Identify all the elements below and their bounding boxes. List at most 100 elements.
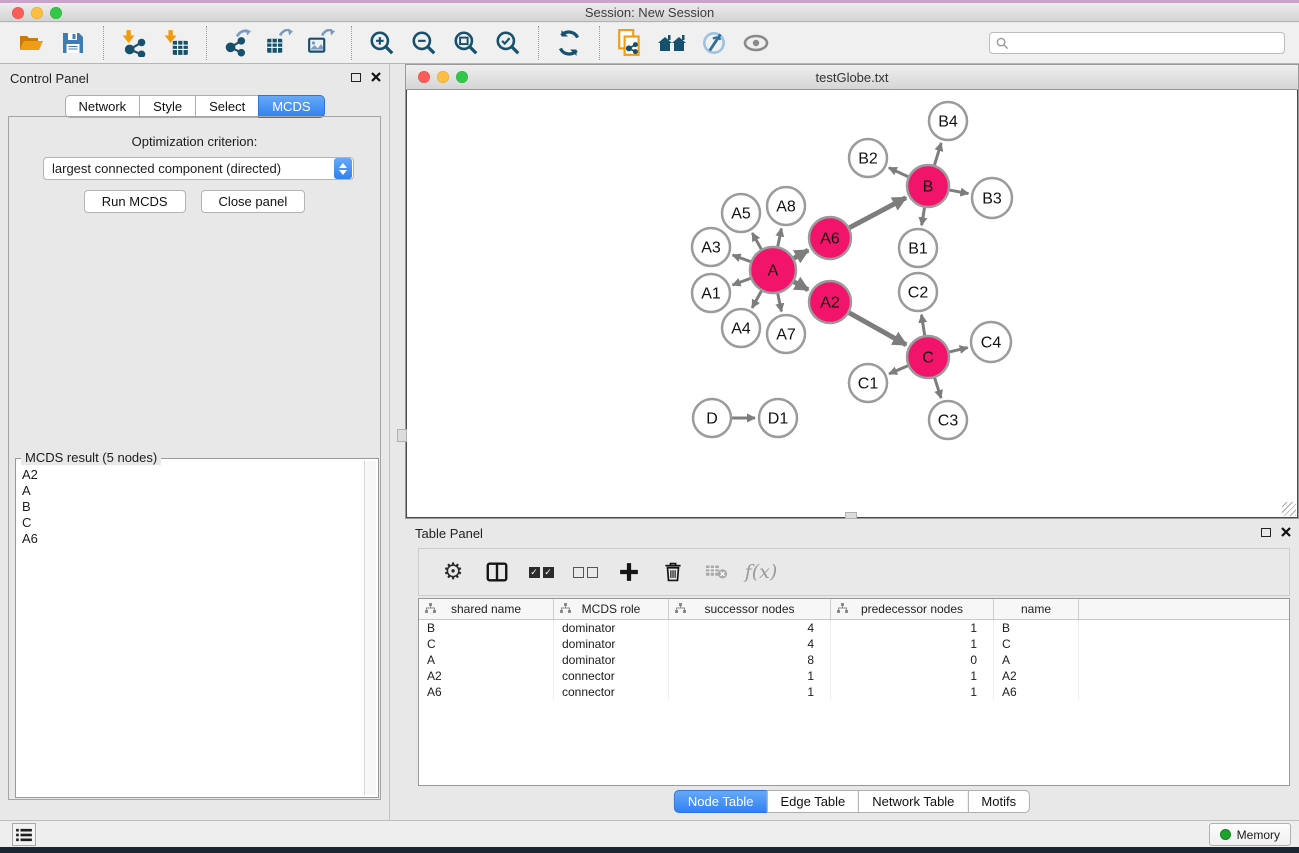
select-all-checkboxes-icon[interactable]: ✓✓ xyxy=(528,559,554,585)
tab-style[interactable]: Style xyxy=(139,95,196,118)
column-header-mcds-role[interactable]: MCDS role xyxy=(554,599,669,619)
criterion-dropdown[interactable]: largest connected component (directed) xyxy=(43,157,354,180)
table-row[interactable]: Cdominator41C xyxy=(419,636,1289,652)
graph-edge-C-C3[interactable] xyxy=(935,378,941,398)
control-panel-title: Control Panel xyxy=(10,71,89,86)
status-bar: Memory xyxy=(0,820,1299,847)
cell-shared-name: B xyxy=(419,620,554,636)
run-mcds-button[interactable]: Run MCDS xyxy=(84,190,186,213)
settings-icon[interactable]: ⚙ xyxy=(440,559,466,585)
column-header-successor-nodes[interactable]: successor nodes xyxy=(669,599,831,619)
memory-button[interactable]: Memory xyxy=(1209,823,1291,846)
tab-mcds[interactable]: MCDS xyxy=(258,95,324,118)
graph-edge-C-C2[interactable] xyxy=(921,315,924,336)
graph-edge-B-B1[interactable] xyxy=(922,208,925,226)
zoom-in-icon[interactable] xyxy=(366,27,398,59)
graph-edge-C-C4[interactable] xyxy=(949,348,967,352)
tab-motifs[interactable]: Motifs xyxy=(967,790,1030,813)
search-field[interactable] xyxy=(989,32,1285,54)
shared-column-icon xyxy=(675,603,686,617)
graph-edge-A-A7[interactable] xyxy=(778,294,782,312)
unselect-all-checkboxes-icon[interactable] xyxy=(572,559,598,585)
toolbar-separator xyxy=(103,26,104,60)
import-network-icon[interactable] xyxy=(118,27,150,59)
vertical-splitter-handle[interactable] xyxy=(397,429,407,442)
delete-table-icon[interactable] xyxy=(704,559,730,585)
graph-edge-A-A8[interactable] xyxy=(778,229,782,247)
close-panel-button[interactable]: Close panel xyxy=(201,190,306,213)
app-window: Session: New Session xyxy=(0,0,1299,853)
tab-node-table[interactable]: Node Table xyxy=(674,790,768,813)
column-header-name[interactable]: name xyxy=(994,599,1079,619)
criterion-value: largest connected component (directed) xyxy=(44,161,334,176)
open-session-icon[interactable] xyxy=(15,27,47,59)
result-scrollbar[interactable] xyxy=(364,461,376,795)
save-session-icon[interactable] xyxy=(57,27,89,59)
column-header-shared-name[interactable]: shared name xyxy=(419,599,554,619)
graph-edge-A-A2[interactable] xyxy=(794,282,808,290)
export-table-icon[interactable] xyxy=(263,27,295,59)
close-table-panel-icon[interactable] xyxy=(1281,527,1291,537)
tab-network-table[interactable]: Network Table xyxy=(858,790,968,813)
float-table-panel-icon[interactable] xyxy=(1261,528,1271,537)
tab-edge-table[interactable]: Edge Table xyxy=(766,790,859,813)
create-column-icon[interactable] xyxy=(484,559,510,585)
task-history-button[interactable] xyxy=(12,823,36,846)
table-row[interactable]: A2connector11A2 xyxy=(419,668,1289,684)
graph-node-label-B4: B4 xyxy=(938,114,958,131)
result-item-a2[interactable]: A2 xyxy=(20,467,362,483)
import-table-icon[interactable] xyxy=(160,27,192,59)
graph-edge-A2-C[interactable] xyxy=(849,313,906,345)
result-item-a[interactable]: A xyxy=(20,483,362,499)
network-canvas[interactable]: AA5A8A3A1A4A7A6A2BB4B2B3B1CC2C4C1C3DD1 xyxy=(406,90,1298,518)
search-input[interactable] xyxy=(1014,36,1278,50)
graph-edge-A-A5[interactable] xyxy=(752,233,761,249)
tab-network[interactable]: Network xyxy=(64,95,140,118)
column-header-predecessor-nodes[interactable]: predecessor nodes xyxy=(831,599,994,619)
zoom-selected-icon[interactable] xyxy=(492,27,524,59)
birds-eye-view-icon[interactable] xyxy=(740,27,772,59)
table-row[interactable]: A6connector11A6 xyxy=(419,684,1289,700)
duplicate-network-icon[interactable] xyxy=(614,27,646,59)
graph-edge-A6-B[interactable] xyxy=(849,198,905,228)
graph-node-label-A5: A5 xyxy=(731,206,751,223)
result-item-a6[interactable]: A6 xyxy=(20,531,362,547)
graph-edge-A-A3[interactable] xyxy=(733,255,751,262)
show-graphics-details-icon[interactable] xyxy=(698,27,730,59)
result-item-b[interactable]: B xyxy=(20,499,362,515)
cell-shared-name: A6 xyxy=(419,684,554,700)
graph-edge-B-B2[interactable] xyxy=(889,168,908,177)
graph-node-label-A8: A8 xyxy=(776,199,796,216)
cell-predecessor-nodes: 1 xyxy=(831,668,994,684)
function-builder-icon[interactable]: f(x) xyxy=(748,559,774,585)
float-panel-icon[interactable] xyxy=(351,73,361,82)
graph-edge-B-B4[interactable] xyxy=(934,143,941,165)
cell-mcds-role: dominator xyxy=(554,620,669,636)
result-item-c[interactable]: C xyxy=(20,515,362,531)
graph-edge-C-C1[interactable] xyxy=(889,366,908,374)
graph-node-label-C1: C1 xyxy=(858,376,879,393)
tab-select[interactable]: Select xyxy=(195,95,259,118)
graph-edge-B-B3[interactable] xyxy=(950,190,969,194)
graph-edge-A-A4[interactable] xyxy=(752,291,761,308)
graph-edge-A-A6[interactable] xyxy=(794,250,808,258)
shared-column-icon xyxy=(425,603,436,617)
cell-shared-name: C xyxy=(419,636,554,652)
export-network-icon[interactable] xyxy=(221,27,253,59)
refresh-icon[interactable] xyxy=(553,27,585,59)
graph-edge-A-A1[interactable] xyxy=(733,278,751,285)
delete-row-icon[interactable] xyxy=(660,559,686,585)
graph-node-label-D: D xyxy=(706,411,718,428)
resize-grip[interactable] xyxy=(1282,502,1296,516)
add-row-icon[interactable] xyxy=(616,559,642,585)
hide-panels-icon[interactable] xyxy=(656,27,688,59)
zoom-out-icon[interactable] xyxy=(408,27,440,59)
export-image-icon[interactable] xyxy=(305,27,337,59)
network-window-title: testGlobe.txt xyxy=(406,70,1298,85)
horizontal-splitter-handle[interactable] xyxy=(845,512,857,519)
zoom-fit-icon[interactable] xyxy=(450,27,482,59)
table-row[interactable]: Bdominator41B xyxy=(419,620,1289,636)
network-window: testGlobe.txt AA5A8A3A1A4A7A6A2BB4B2B3B1… xyxy=(405,64,1299,519)
table-row[interactable]: Adominator80A xyxy=(419,652,1289,668)
close-panel-icon[interactable] xyxy=(371,72,381,82)
